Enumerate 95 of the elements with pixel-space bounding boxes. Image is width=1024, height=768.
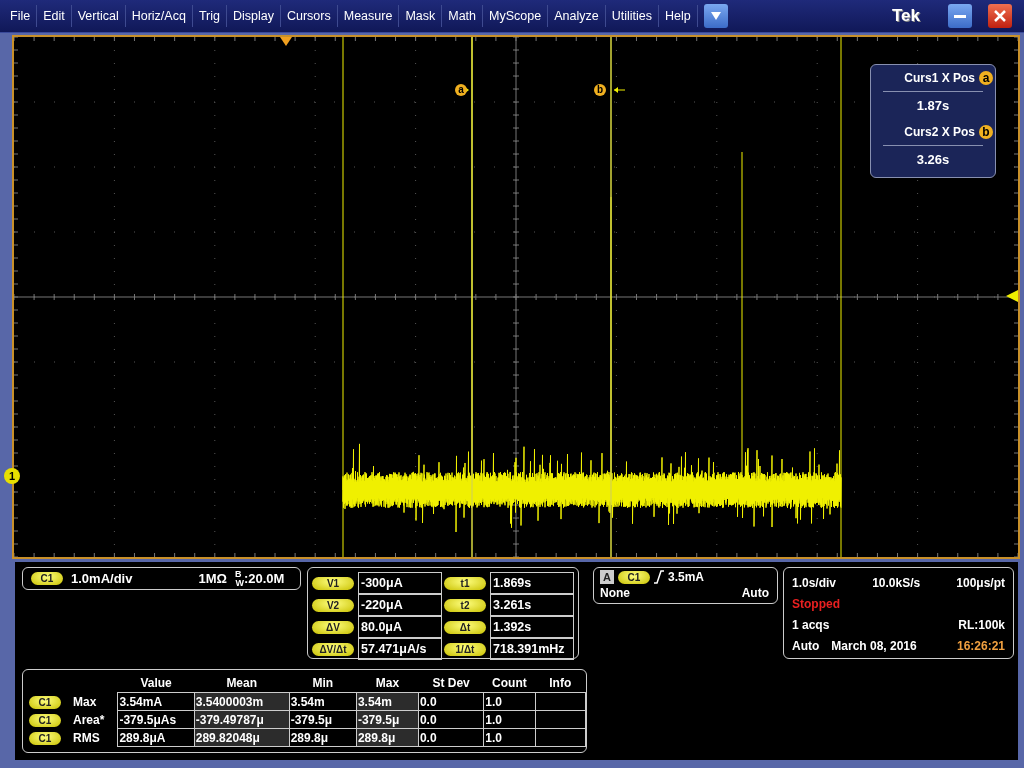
- table-cell: 1.0: [483, 710, 536, 729]
- readout-value: 1.87s: [915, 98, 951, 113]
- channel-badge[interactable]: C1: [29, 713, 61, 727]
- logo: Tek: [891, 6, 920, 26]
- column-header: Value: [117, 674, 195, 693]
- cursor-value: 80.0μA: [358, 616, 442, 638]
- channel-badge[interactable]: C1: [31, 572, 63, 585]
- cursor-marker: a: [979, 71, 993, 85]
- channel-badge[interactable]: C1: [29, 695, 61, 709]
- cursor-badge[interactable]: V1: [312, 576, 354, 590]
- cursor-badge[interactable]: ΔV: [312, 620, 354, 634]
- table-cell: 1.0: [483, 728, 536, 747]
- menu-item[interactable]: Vertical: [71, 5, 126, 27]
- readout-label: Curs2 X Pos: [904, 125, 975, 139]
- impedance-label: 1MΩ: [198, 571, 227, 586]
- table-cell: 0.0: [418, 692, 484, 711]
- cursor-value: -300μA: [358, 572, 442, 594]
- trigger-type-label: A: [600, 570, 614, 584]
- cursor-badge[interactable]: Δt: [444, 620, 486, 634]
- trigger-level-icon[interactable]: [1006, 290, 1018, 302]
- cursor-badge[interactable]: t1: [444, 576, 486, 590]
- close-icon: [994, 10, 1006, 22]
- table-cell: 3.54mA: [117, 692, 195, 711]
- readout-label: Curs1 X Pos: [904, 71, 975, 85]
- menu-item[interactable]: Mask: [399, 5, 443, 27]
- table-cell: 3.54m: [356, 692, 419, 711]
- channel-scale: 1.0mA/div: [71, 571, 133, 586]
- table-cell: 289.8μA: [117, 728, 195, 747]
- column-header: Max: [356, 674, 419, 693]
- cursor-value: -220μA: [358, 594, 442, 616]
- acquisition-count: 1 acqs: [792, 617, 830, 632]
- trigger-position-icon[interactable]: [280, 37, 292, 46]
- close-button[interactable]: [988, 4, 1012, 28]
- channel-marker[interactable]: 1: [4, 468, 20, 484]
- arrow-icon: [465, 87, 469, 93]
- table-cell: -379.5μAs: [117, 710, 195, 729]
- trigger-coupling: None: [600, 586, 630, 600]
- table-cell: 0.0: [418, 728, 484, 747]
- menu-item[interactable]: Math: [442, 5, 484, 27]
- minimize-icon: [954, 14, 966, 18]
- cursor-value: 57.471μA/s: [358, 638, 442, 660]
- date: March 08, 2016: [831, 638, 917, 653]
- rising-edge-icon: [653, 570, 664, 584]
- column-header: Count: [483, 674, 536, 693]
- menu-item[interactable]: Trig: [192, 5, 227, 27]
- cursor-value: 1.869s: [490, 572, 574, 594]
- menu-item[interactable]: File: [4, 5, 38, 27]
- time: 16:26:21: [956, 638, 1005, 653]
- cursor-marker: b: [979, 125, 993, 139]
- column-header: Info: [535, 674, 586, 693]
- trigger-level: 3.5mA: [667, 570, 704, 584]
- measurement-name: Max: [73, 694, 97, 709]
- arrow-icon: [613, 87, 626, 93]
- menu-item[interactable]: MyScope: [483, 5, 549, 27]
- column-header: Mean: [194, 674, 290, 693]
- menu-item[interactable]: Analyze: [548, 5, 606, 27]
- readout-value: 3.26s: [915, 152, 951, 167]
- horizontal-scale: 1.0s/div: [792, 575, 837, 590]
- table-cell: 3.5400003m: [194, 692, 290, 711]
- cursor-badge[interactable]: 1/Δt: [444, 642, 486, 656]
- menu-item[interactable]: Cursors: [280, 5, 338, 27]
- minimize-button[interactable]: [948, 4, 972, 28]
- run-state: Stopped: [792, 596, 840, 611]
- column-header: Min: [289, 674, 357, 693]
- table-cell: 3.54m: [289, 692, 357, 711]
- menu-item[interactable]: Horiz/Acq: [125, 5, 193, 27]
- measurement-name: Area*: [73, 712, 105, 727]
- measurement-name: RMS: [73, 730, 100, 745]
- resolution: 100μs/pt: [956, 575, 1005, 590]
- sample-rate: 10.0kS/s: [872, 575, 921, 590]
- column-header: St Dev: [418, 674, 484, 693]
- dropdown-button[interactable]: [703, 4, 728, 28]
- caret-icon: [710, 12, 721, 20]
- trigger-mode: Auto: [741, 586, 769, 600]
- menu-item[interactable]: Help: [658, 5, 698, 27]
- table-cell: 0.0: [418, 710, 484, 729]
- cursor-value: 718.391mHz: [490, 638, 574, 660]
- menu-item[interactable]: Edit: [37, 5, 72, 27]
- cursor-value: 3.261s: [490, 594, 574, 616]
- menu-item[interactable]: Measure: [337, 5, 400, 27]
- cursor-badge[interactable]: t2: [444, 598, 486, 612]
- trigger-mode: Auto: [792, 638, 820, 653]
- table-cell: 1.0: [483, 692, 536, 711]
- cursor-badge[interactable]: V2: [312, 598, 354, 612]
- cursor-marker[interactable]: b: [594, 84, 606, 96]
- cursor-value: 1.392s: [490, 616, 574, 638]
- channel-badge[interactable]: C1: [29, 731, 61, 745]
- cursor-badge[interactable]: ΔV/Δt: [312, 642, 354, 656]
- cursor-marker[interactable]: a: [455, 84, 467, 96]
- menu-item[interactable]: Display: [226, 5, 281, 27]
- record-length: RL:100k: [958, 617, 1005, 632]
- table-cell: -379.5μ: [289, 710, 357, 729]
- table-cell: 289.8μ: [289, 728, 357, 747]
- channel-badge[interactable]: C1: [617, 570, 650, 584]
- menu-item[interactable]: Utilities: [605, 5, 659, 27]
